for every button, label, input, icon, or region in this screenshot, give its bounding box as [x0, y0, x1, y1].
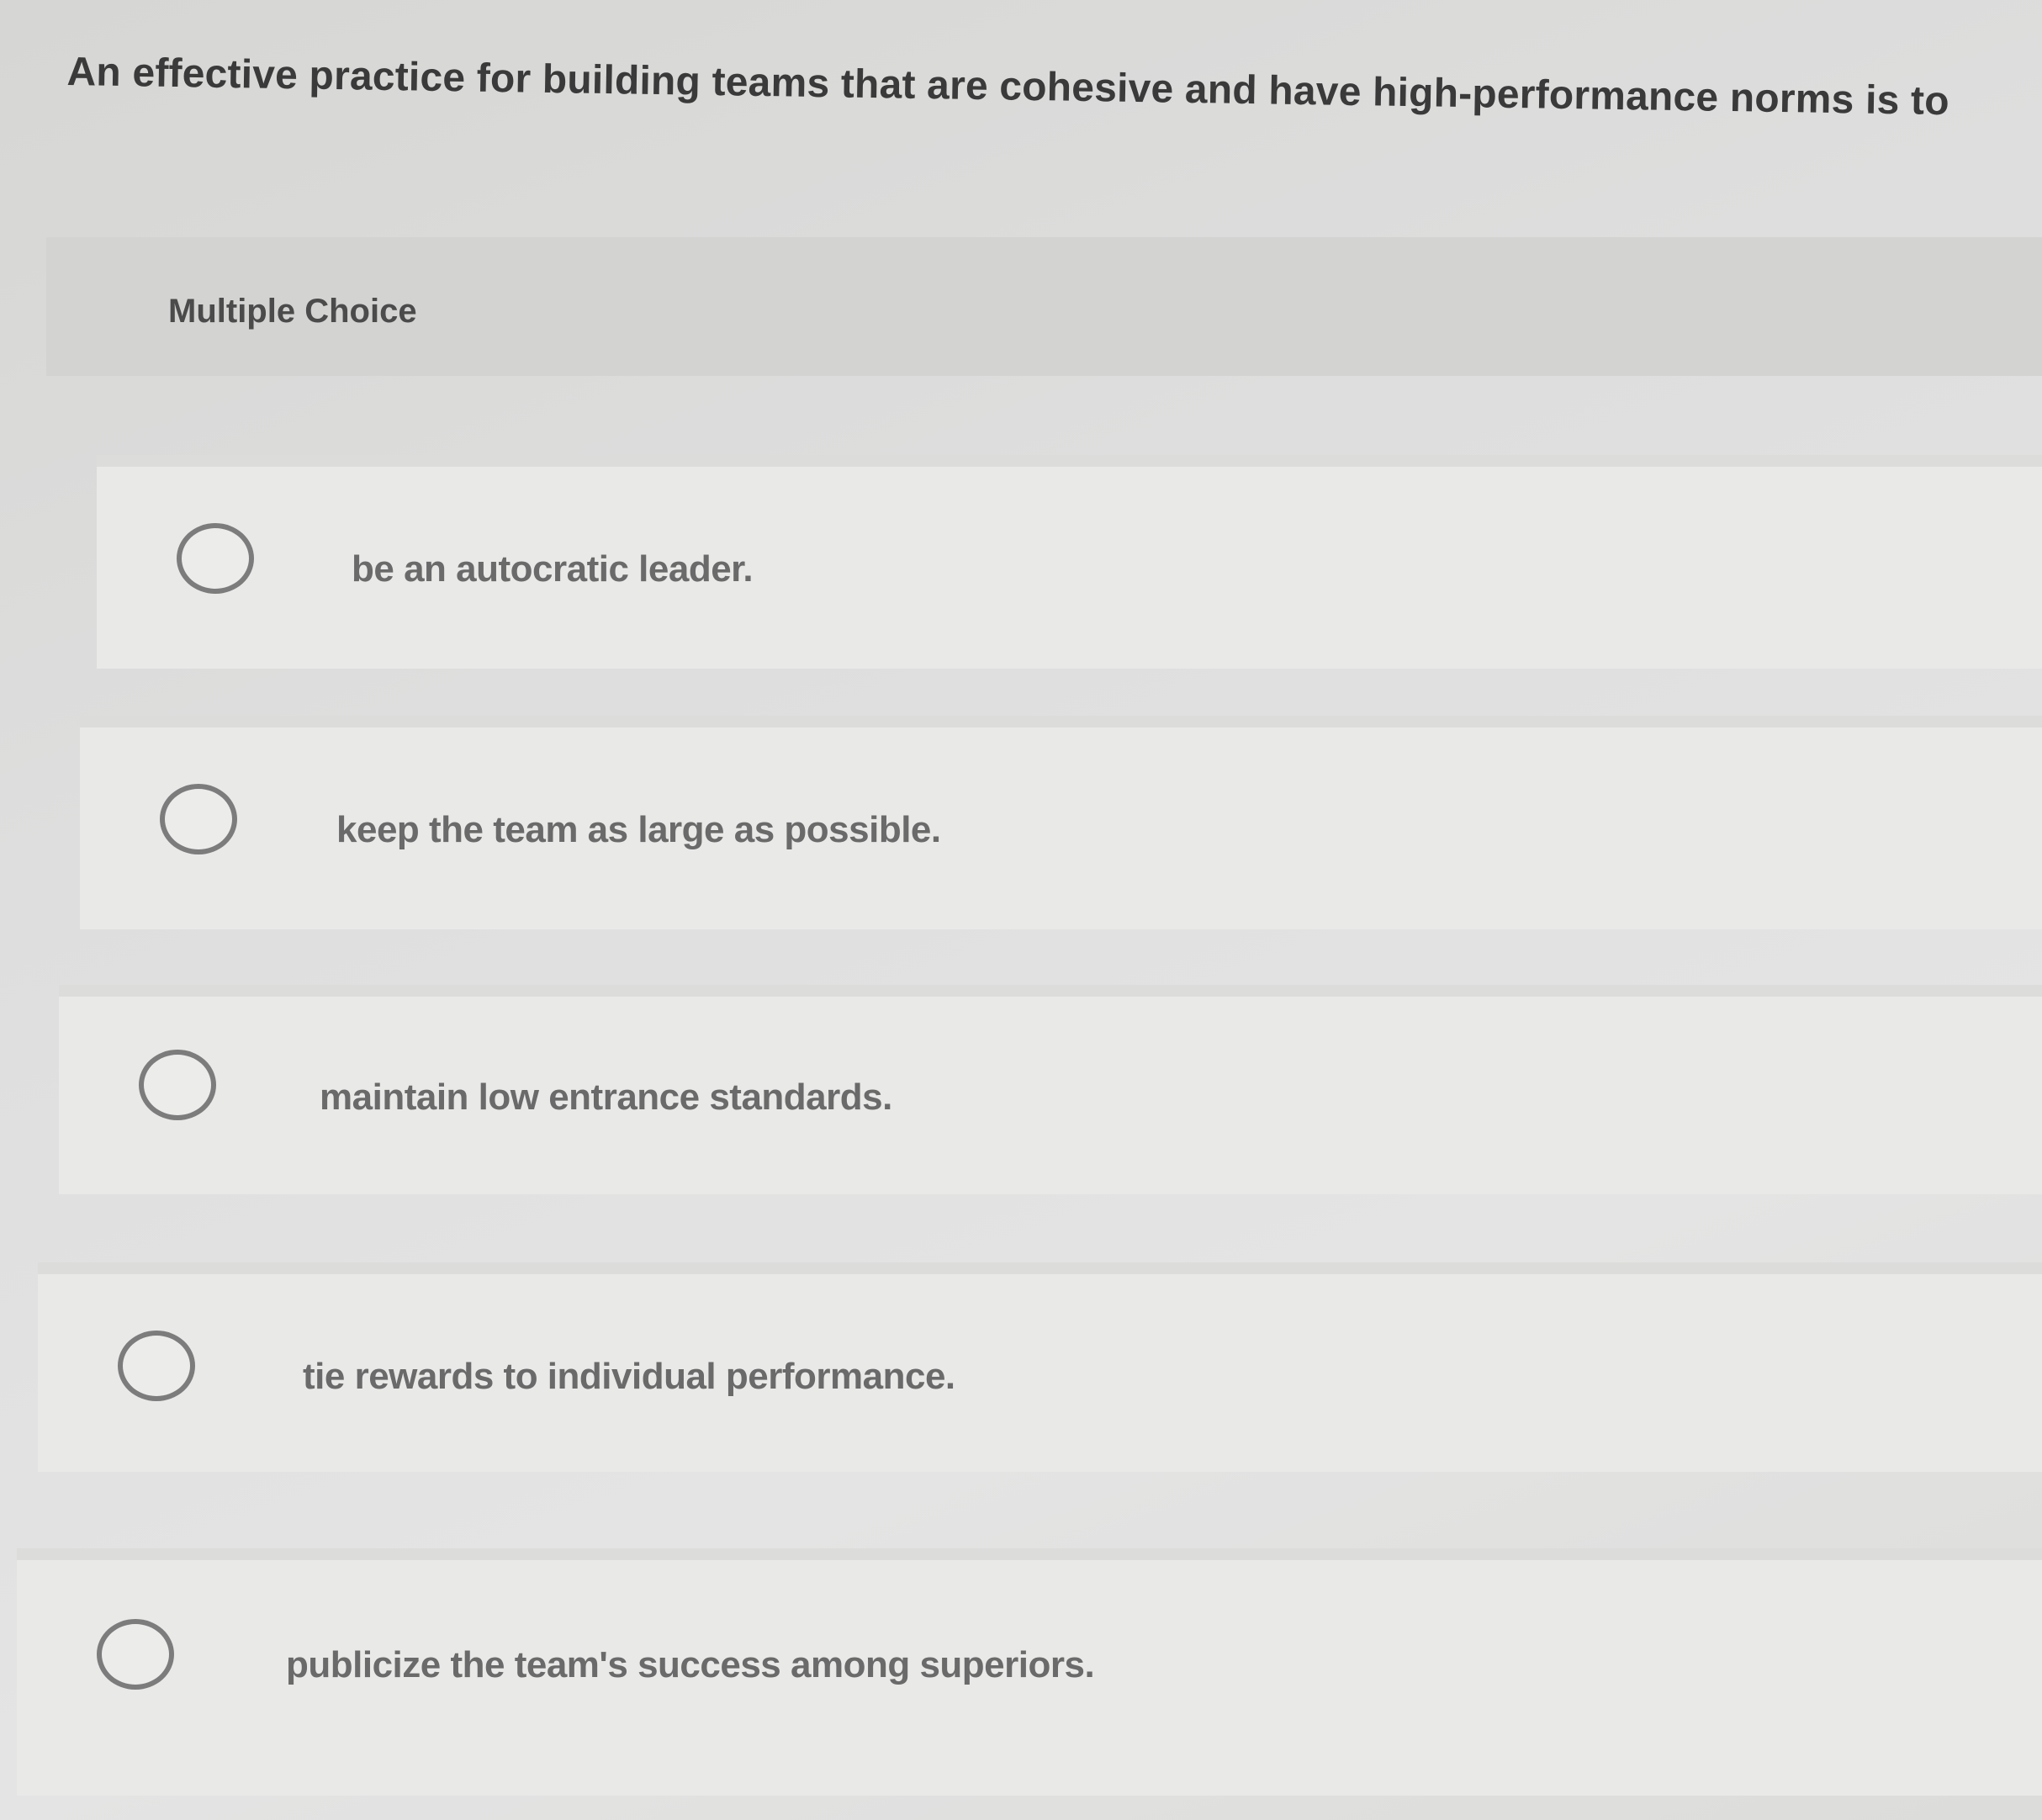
- answer-choices: be an autocratic leader. keep the team a…: [0, 0, 2042, 1820]
- radio-button-3[interactable]: [139, 1050, 216, 1120]
- answer-choice-label-3: maintain low entrance standards.: [320, 1077, 892, 1118]
- radio-button-1[interactable]: [177, 523, 254, 594]
- radio-button-5[interactable]: [97, 1619, 174, 1690]
- answer-choice-label-5: publicize the team's success among super…: [286, 1644, 1095, 1685]
- answer-choice-label-4: tie rewards to individual performance.: [303, 1356, 955, 1397]
- answer-choice-label-2: keep the team as large as possible.: [336, 809, 941, 850]
- radio-button-4[interactable]: [118, 1331, 195, 1401]
- radio-button-2[interactable]: [160, 784, 237, 854]
- answer-choice-label-1: be an autocratic leader.: [352, 548, 754, 590]
